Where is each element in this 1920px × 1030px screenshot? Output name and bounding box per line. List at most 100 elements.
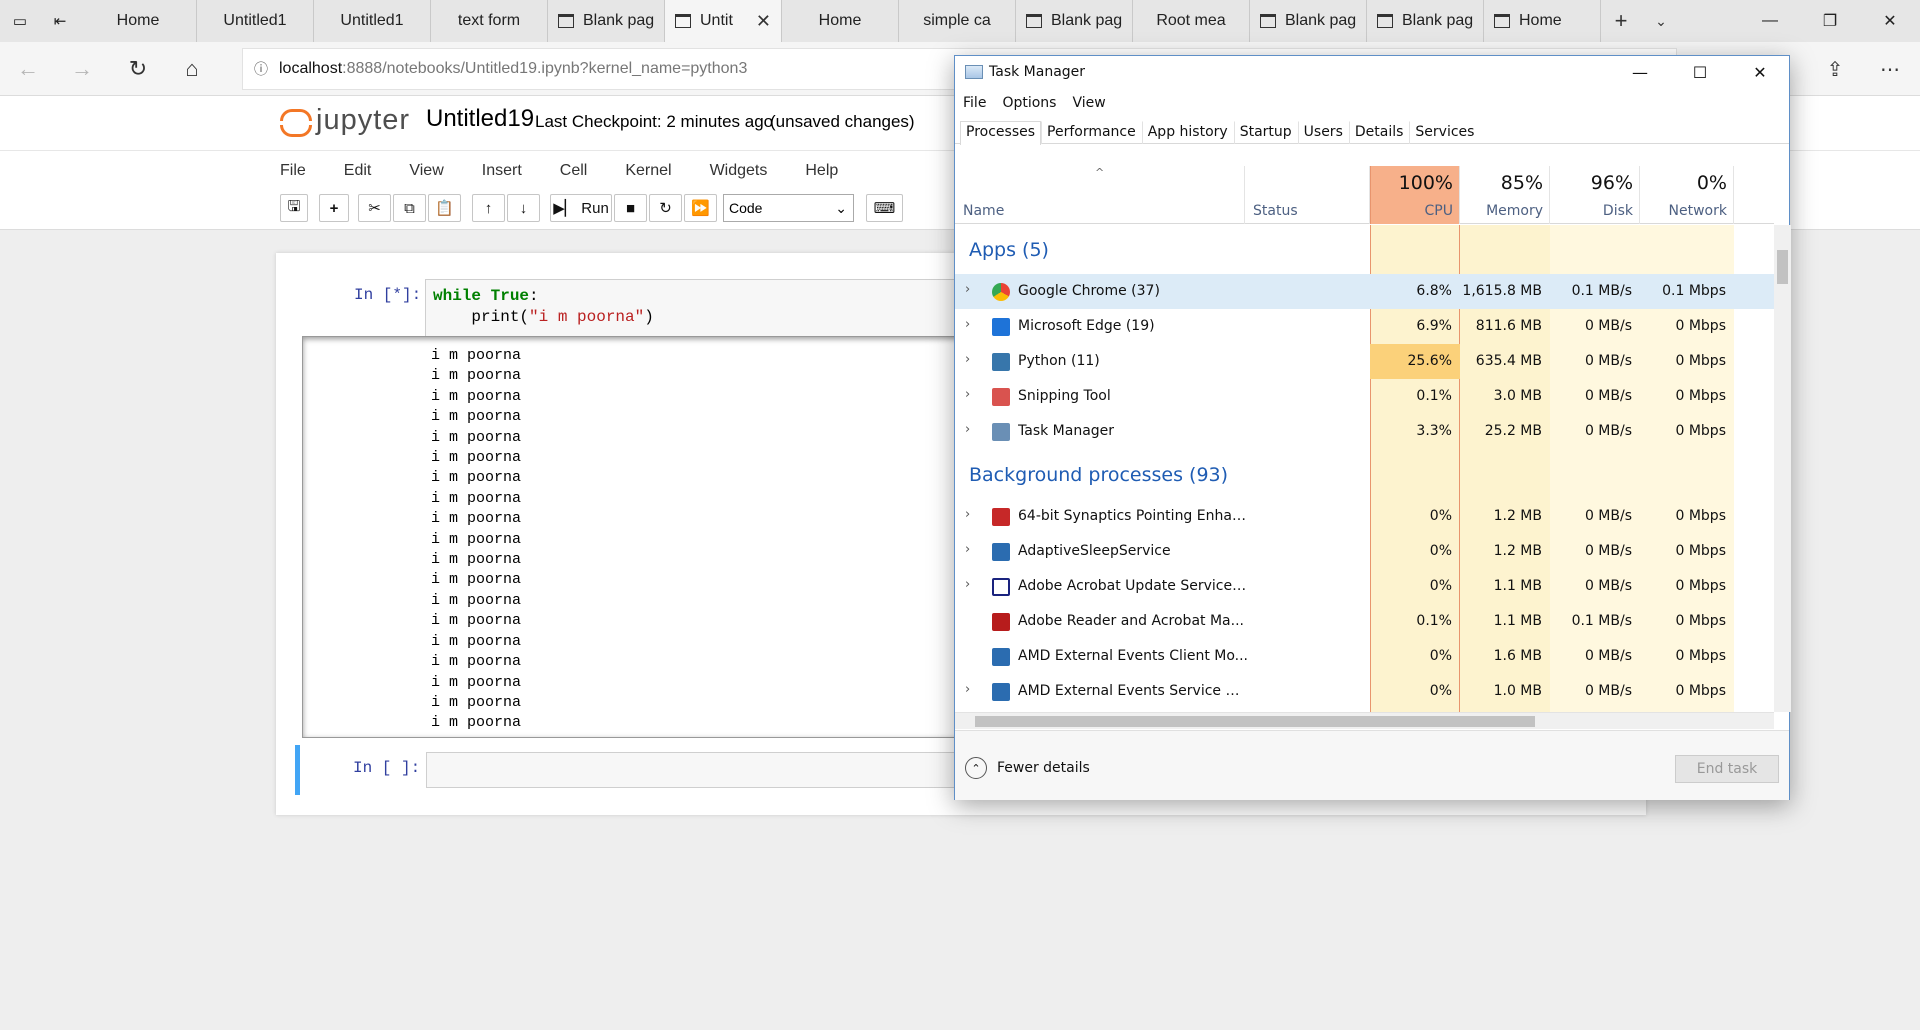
scroll-thumb[interactable] — [1777, 250, 1788, 284]
browser-tab[interactable]: Home — [782, 0, 899, 42]
restore-icon[interactable]: ❐ — [1800, 0, 1860, 42]
expand-chevron-icon[interactable]: › — [965, 282, 970, 297]
menu-file[interactable]: File — [963, 95, 986, 111]
tab-preview-icon[interactable]: ▭ — [0, 0, 40, 42]
browser-tab[interactable]: Blank pag — [1367, 0, 1484, 42]
forward-icon[interactable]: → — [62, 52, 102, 86]
process-row[interactable]: › 64-bit Synaptics Pointing Enhan... 0% 1.2… — [955, 499, 1774, 534]
jupyter-logo[interactable]: jupyter — [280, 104, 410, 137]
cut-icon[interactable]: ✂ — [358, 194, 391, 222]
browser-tab[interactable]: Blank pag — [1250, 0, 1367, 42]
browser-tab[interactable]: Home — [1484, 0, 1601, 42]
back-icon[interactable]: ← — [8, 52, 48, 86]
keyboard-icon[interactable]: ⌨ — [866, 194, 903, 222]
tab-users[interactable]: Users — [1297, 121, 1349, 144]
fewer-details-button[interactable]: ⌃ Fewer details — [965, 757, 1090, 779]
set-aside-tabs-icon[interactable]: ⇤ — [40, 0, 80, 42]
expand-chevron-icon[interactable]: › — [965, 387, 970, 402]
new-tab-button[interactable]: + — [1601, 0, 1641, 42]
process-row[interactable]: › Task Manager 3.3% 25.2 MB 0 MB/s 0 Mbps — [955, 414, 1774, 449]
move-down-icon[interactable]: ↓ — [507, 194, 540, 222]
info-icon[interactable]: ⓘ — [243, 59, 279, 79]
browser-tab[interactable]: Untit ✕ — [665, 0, 782, 42]
tab-details[interactable]: Details — [1348, 121, 1410, 144]
column-disk[interactable]: 96% Disk — [1550, 166, 1640, 224]
tab-app-history[interactable]: App history — [1141, 121, 1234, 144]
expand-chevron-icon[interactable]: › — [965, 507, 970, 522]
tab-performance[interactable]: Performance — [1041, 121, 1142, 144]
expand-chevron-icon[interactable]: › — [965, 577, 970, 592]
horizontal-scrollbar[interactable] — [955, 712, 1774, 729]
copy-icon[interactable]: ⧉ — [393, 194, 426, 222]
browser-tab[interactable]: Blank pag — [548, 0, 665, 42]
more-icon[interactable]: ⋯ — [1870, 52, 1910, 86]
browser-tab[interactable]: simple ca — [899, 0, 1016, 42]
column-status[interactable]: Status — [1245, 166, 1370, 224]
cell-type-select[interactable]: Code ⌄ — [723, 194, 854, 222]
expand-chevron-icon[interactable]: › — [965, 422, 970, 437]
move-up-icon[interactable]: ↑ — [472, 194, 505, 222]
tab-services[interactable]: Services — [1409, 121, 1480, 144]
menu-file[interactable]: File — [280, 162, 306, 180]
process-row[interactable]: Adobe Reader and Acrobat Ma... 0.1% 1.1 MB… — [955, 604, 1774, 639]
column-name[interactable]: ^ Name — [955, 166, 1245, 224]
menu-cell[interactable]: Cell — [560, 162, 588, 180]
browser-tab[interactable]: Untitled1 — [314, 0, 431, 42]
process-row[interactable]: › AdaptiveSleepService 0% 1.2 MB 0 MB/s 0 Mbp… — [955, 534, 1774, 569]
tab-startup[interactable]: Startup — [1233, 121, 1298, 144]
share-icon[interactable]: ⇪ — [1815, 52, 1855, 86]
browser-tab[interactable]: Root mea — [1133, 0, 1250, 42]
end-task-button[interactable]: End task — [1675, 755, 1779, 783]
minimize-icon[interactable]: — — [1610, 56, 1670, 88]
expand-chevron-icon[interactable]: › — [965, 682, 970, 697]
restart-run-all-icon[interactable]: ⏩ — [684, 194, 717, 222]
notebook-name[interactable]: Untitled19 — [426, 105, 534, 133]
task-manager-titlebar[interactable]: Task Manager — ☐ ✕ — [955, 56, 1789, 88]
expand-chevron-icon[interactable]: › — [965, 352, 970, 367]
process-row[interactable]: › AMD External Events Service M... 0% 1.0 M… — [955, 674, 1774, 709]
minimize-icon[interactable]: — — [1740, 0, 1800, 42]
menu-view[interactable]: View — [1072, 95, 1105, 111]
paste-icon[interactable]: 📋 — [428, 194, 461, 222]
run-button[interactable]: ▶▏ Run — [550, 194, 612, 222]
column-memory[interactable]: 85% Memory — [1460, 166, 1550, 224]
process-row[interactable]: AMD External Events Client Mo... 0% 1.6 MB… — [955, 639, 1774, 674]
expand-chevron-icon[interactable]: › — [965, 317, 970, 332]
insert-cell-icon[interactable]: + — [319, 194, 349, 222]
tab-processes[interactable]: Processes — [960, 121, 1042, 145]
close-tab-icon[interactable]: ✕ — [756, 11, 771, 32]
save-icon[interactable]: 🖫 — [280, 194, 308, 222]
expand-chevron-icon[interactable]: › — [965, 542, 970, 557]
browser-tab[interactable]: Blank pag — [1016, 0, 1133, 42]
browser-tab[interactable]: Home — [80, 0, 197, 42]
restart-icon[interactable]: ↻ — [649, 194, 682, 222]
menu-insert[interactable]: Insert — [482, 162, 522, 180]
close-window-icon[interactable]: ✕ — [1860, 0, 1920, 42]
close-icon[interactable]: ✕ — [1730, 56, 1790, 88]
process-row[interactable]: › Adobe Acrobat Update Service ... 0% 1.1 M… — [955, 569, 1774, 604]
scroll-thumb[interactable] — [975, 716, 1535, 727]
menu-options[interactable]: Options — [1002, 95, 1056, 111]
column-network[interactable]: 0% Network — [1640, 166, 1734, 224]
interrupt-icon[interactable]: ■ — [614, 194, 647, 222]
menu-view[interactable]: View — [409, 162, 443, 180]
process-net: 0 Mbps — [1675, 543, 1726, 559]
browser-tab[interactable]: Untitled1 — [197, 0, 314, 42]
apps-group-header[interactable]: Apps (5) — [969, 239, 1049, 261]
refresh-icon[interactable]: ↻ — [118, 52, 158, 86]
process-row[interactable]: › Google Chrome (37) 6.8% 1,615.8 MB 0.1 MB/… — [955, 274, 1774, 309]
menu-kernel[interactable]: Kernel — [625, 162, 671, 180]
menu-edit[interactable]: Edit — [344, 162, 372, 180]
process-row[interactable]: › Microsoft Edge (19) 6.9% 811.6 MB 0 MB/s 0 … — [955, 309, 1774, 344]
menu-widgets[interactable]: Widgets — [710, 162, 768, 180]
process-row[interactable]: › Snipping Tool 0.1% 3.0 MB 0 MB/s 0 Mbps — [955, 379, 1774, 414]
maximize-icon[interactable]: ☐ — [1670, 56, 1730, 88]
home-icon[interactable]: ⌂ — [172, 52, 212, 86]
background-group-header[interactable]: Background processes (93) — [969, 464, 1228, 486]
vertical-scrollbar[interactable] — [1774, 225, 1791, 712]
column-cpu[interactable]: 100% CPU — [1370, 166, 1460, 224]
menu-help[interactable]: Help — [805, 162, 838, 180]
process-row[interactable]: › Python (11) 25.6% 635.4 MB 0 MB/s 0 Mbps — [955, 344, 1774, 379]
browser-tab[interactable]: text form — [431, 0, 548, 42]
tab-list-chevron-icon[interactable]: ⌄ — [1641, 0, 1681, 42]
